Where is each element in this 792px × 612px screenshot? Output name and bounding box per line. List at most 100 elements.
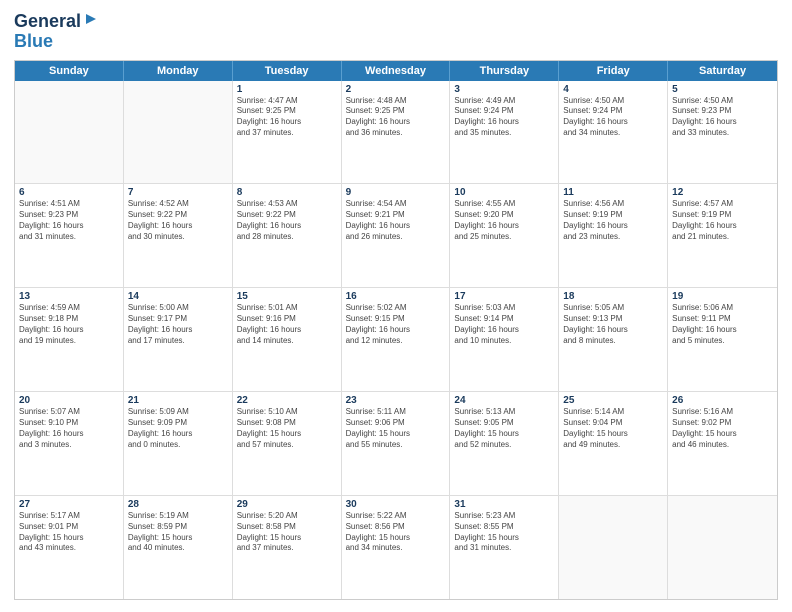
calendar-day-11: 11Sunrise: 4:56 AMSunset: 9:19 PMDayligh… <box>559 184 668 287</box>
day-info: Sunrise: 5:19 AMSunset: 8:59 PMDaylight:… <box>128 511 228 554</box>
day-number: 21 <box>128 395 228 406</box>
logo-general: General <box>14 12 81 32</box>
day-number: 11 <box>563 187 663 198</box>
day-info: Sunrise: 4:50 AMSunset: 9:23 PMDaylight:… <box>672 96 773 139</box>
day-number: 24 <box>454 395 554 406</box>
day-number: 27 <box>19 499 119 510</box>
day-info: Sunrise: 4:56 AMSunset: 9:19 PMDaylight:… <box>563 199 663 242</box>
day-info: Sunrise: 5:16 AMSunset: 9:02 PMDaylight:… <box>672 407 773 450</box>
calendar-day-31: 31Sunrise: 5:23 AMSunset: 8:55 PMDayligh… <box>450 496 559 599</box>
day-info: Sunrise: 4:51 AMSunset: 9:23 PMDaylight:… <box>19 199 119 242</box>
calendar-day-16: 16Sunrise: 5:02 AMSunset: 9:15 PMDayligh… <box>342 288 451 391</box>
day-info: Sunrise: 5:22 AMSunset: 8:56 PMDaylight:… <box>346 511 446 554</box>
calendar-week-3: 13Sunrise: 4:59 AMSunset: 9:18 PMDayligh… <box>15 288 777 392</box>
calendar-day-17: 17Sunrise: 5:03 AMSunset: 9:14 PMDayligh… <box>450 288 559 391</box>
calendar-day-26: 26Sunrise: 5:16 AMSunset: 9:02 PMDayligh… <box>668 392 777 495</box>
calendar-day-6: 6Sunrise: 4:51 AMSunset: 9:23 PMDaylight… <box>15 184 124 287</box>
calendar-day-21: 21Sunrise: 5:09 AMSunset: 9:09 PMDayligh… <box>124 392 233 495</box>
header-day-saturday: Saturday <box>668 61 777 81</box>
calendar-day-23: 23Sunrise: 5:11 AMSunset: 9:06 PMDayligh… <box>342 392 451 495</box>
day-number: 7 <box>128 187 228 198</box>
calendar-body: 1Sunrise: 4:47 AMSunset: 9:25 PMDaylight… <box>15 81 777 599</box>
day-number: 17 <box>454 291 554 302</box>
day-number: 19 <box>672 291 773 302</box>
day-number: 26 <box>672 395 773 406</box>
day-number: 28 <box>128 499 228 510</box>
calendar-day-22: 22Sunrise: 5:10 AMSunset: 9:08 PMDayligh… <box>233 392 342 495</box>
day-info: Sunrise: 4:50 AMSunset: 9:24 PMDaylight:… <box>563 96 663 139</box>
day-number: 12 <box>672 187 773 198</box>
calendar-day-20: 20Sunrise: 5:07 AMSunset: 9:10 PMDayligh… <box>15 392 124 495</box>
calendar-empty-cell <box>124 81 233 184</box>
calendar-day-2: 2Sunrise: 4:48 AMSunset: 9:25 PMDaylight… <box>342 81 451 184</box>
day-number: 30 <box>346 499 446 510</box>
day-info: Sunrise: 5:10 AMSunset: 9:08 PMDaylight:… <box>237 407 337 450</box>
day-info: Sunrise: 5:01 AMSunset: 9:16 PMDaylight:… <box>237 303 337 346</box>
calendar-week-2: 6Sunrise: 4:51 AMSunset: 9:23 PMDaylight… <box>15 184 777 288</box>
header-day-tuesday: Tuesday <box>233 61 342 81</box>
day-info: Sunrise: 5:07 AMSunset: 9:10 PMDaylight:… <box>19 407 119 450</box>
day-number: 3 <box>454 84 554 95</box>
header-day-thursday: Thursday <box>450 61 559 81</box>
logo: General Blue <box>14 12 98 52</box>
day-number: 20 <box>19 395 119 406</box>
day-info: Sunrise: 5:09 AMSunset: 9:09 PMDaylight:… <box>128 407 228 450</box>
header-day-sunday: Sunday <box>15 61 124 81</box>
header-day-monday: Monday <box>124 61 233 81</box>
calendar-day-8: 8Sunrise: 4:53 AMSunset: 9:22 PMDaylight… <box>233 184 342 287</box>
calendar-week-1: 1Sunrise: 4:47 AMSunset: 9:25 PMDaylight… <box>15 81 777 185</box>
calendar-empty-cell <box>559 496 668 599</box>
day-number: 29 <box>237 499 337 510</box>
calendar-day-3: 3Sunrise: 4:49 AMSunset: 9:24 PMDaylight… <box>450 81 559 184</box>
calendar-day-15: 15Sunrise: 5:01 AMSunset: 9:16 PMDayligh… <box>233 288 342 391</box>
day-info: Sunrise: 4:47 AMSunset: 9:25 PMDaylight:… <box>237 96 337 139</box>
calendar: SundayMondayTuesdayWednesdayThursdayFrid… <box>14 60 778 600</box>
calendar-empty-cell <box>15 81 124 184</box>
day-info: Sunrise: 5:23 AMSunset: 8:55 PMDaylight:… <box>454 511 554 554</box>
day-number: 1 <box>237 84 337 95</box>
calendar-day-29: 29Sunrise: 5:20 AMSunset: 8:58 PMDayligh… <box>233 496 342 599</box>
day-info: Sunrise: 4:57 AMSunset: 9:19 PMDaylight:… <box>672 199 773 242</box>
day-number: 16 <box>346 291 446 302</box>
day-info: Sunrise: 5:05 AMSunset: 9:13 PMDaylight:… <box>563 303 663 346</box>
calendar-day-1: 1Sunrise: 4:47 AMSunset: 9:25 PMDaylight… <box>233 81 342 184</box>
calendar-day-28: 28Sunrise: 5:19 AMSunset: 8:59 PMDayligh… <box>124 496 233 599</box>
day-number: 18 <box>563 291 663 302</box>
day-number: 22 <box>237 395 337 406</box>
calendar-week-5: 27Sunrise: 5:17 AMSunset: 9:01 PMDayligh… <box>15 496 777 599</box>
page: General Blue SundayMondayTuesdayWednesda… <box>0 0 792 612</box>
header-day-friday: Friday <box>559 61 668 81</box>
day-number: 10 <box>454 187 554 198</box>
day-info: Sunrise: 4:48 AMSunset: 9:25 PMDaylight:… <box>346 96 446 139</box>
calendar-day-12: 12Sunrise: 4:57 AMSunset: 9:19 PMDayligh… <box>668 184 777 287</box>
day-number: 9 <box>346 187 446 198</box>
calendar-day-10: 10Sunrise: 4:55 AMSunset: 9:20 PMDayligh… <box>450 184 559 287</box>
day-number: 14 <box>128 291 228 302</box>
day-info: Sunrise: 5:03 AMSunset: 9:14 PMDaylight:… <box>454 303 554 346</box>
calendar-day-5: 5Sunrise: 4:50 AMSunset: 9:23 PMDaylight… <box>668 81 777 184</box>
logo-arrow-icon <box>84 12 98 31</box>
calendar-day-7: 7Sunrise: 4:52 AMSunset: 9:22 PMDaylight… <box>124 184 233 287</box>
calendar-header: SundayMondayTuesdayWednesdayThursdayFrid… <box>15 61 777 81</box>
day-info: Sunrise: 5:02 AMSunset: 9:15 PMDaylight:… <box>346 303 446 346</box>
day-number: 2 <box>346 84 446 95</box>
calendar-day-9: 9Sunrise: 4:54 AMSunset: 9:21 PMDaylight… <box>342 184 451 287</box>
calendar-day-4: 4Sunrise: 4:50 AMSunset: 9:24 PMDaylight… <box>559 81 668 184</box>
day-number: 5 <box>672 84 773 95</box>
day-info: Sunrise: 5:13 AMSunset: 9:05 PMDaylight:… <box>454 407 554 450</box>
day-info: Sunrise: 5:06 AMSunset: 9:11 PMDaylight:… <box>672 303 773 346</box>
calendar-day-25: 25Sunrise: 5:14 AMSunset: 9:04 PMDayligh… <box>559 392 668 495</box>
calendar-day-27: 27Sunrise: 5:17 AMSunset: 9:01 PMDayligh… <box>15 496 124 599</box>
day-info: Sunrise: 4:49 AMSunset: 9:24 PMDaylight:… <box>454 96 554 139</box>
day-number: 4 <box>563 84 663 95</box>
calendar-day-14: 14Sunrise: 5:00 AMSunset: 9:17 PMDayligh… <box>124 288 233 391</box>
day-info: Sunrise: 5:11 AMSunset: 9:06 PMDaylight:… <box>346 407 446 450</box>
day-info: Sunrise: 5:14 AMSunset: 9:04 PMDaylight:… <box>563 407 663 450</box>
calendar-day-18: 18Sunrise: 5:05 AMSunset: 9:13 PMDayligh… <box>559 288 668 391</box>
day-info: Sunrise: 4:52 AMSunset: 9:22 PMDaylight:… <box>128 199 228 242</box>
day-number: 25 <box>563 395 663 406</box>
day-info: Sunrise: 4:53 AMSunset: 9:22 PMDaylight:… <box>237 199 337 242</box>
day-info: Sunrise: 5:00 AMSunset: 9:17 PMDaylight:… <box>128 303 228 346</box>
day-info: Sunrise: 4:54 AMSunset: 9:21 PMDaylight:… <box>346 199 446 242</box>
day-number: 13 <box>19 291 119 302</box>
